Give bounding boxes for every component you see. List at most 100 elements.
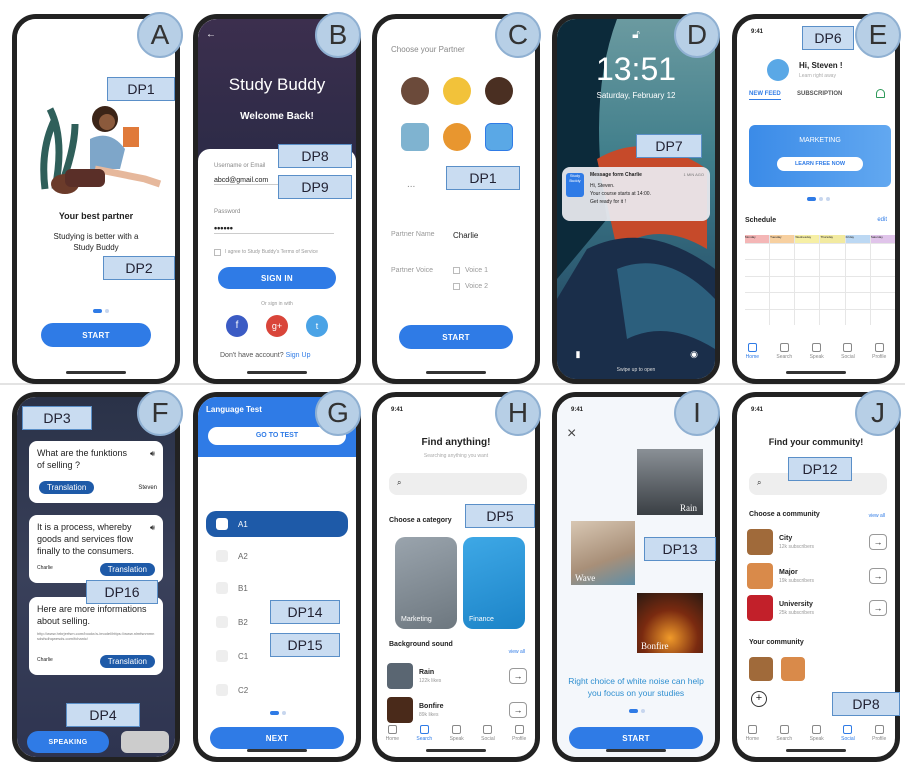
- test-title: Language Test: [206, 405, 262, 414]
- translation-button[interactable]: Translation: [99, 655, 155, 668]
- tab-social[interactable]: Social: [841, 342, 855, 360]
- tab-subscription[interactable]: SUBSCRIPTION: [797, 91, 842, 97]
- notification-app-icon: Study Buddy: [566, 173, 584, 197]
- tab-speak[interactable]: Speak: [810, 342, 824, 360]
- tab-profile[interactable]: Profile: [872, 342, 886, 360]
- speaking-button[interactable]: SPEAKING: [27, 731, 109, 753]
- partner-name-input[interactable]: Charlie: [453, 231, 478, 240]
- partner-avatar-3[interactable]: [485, 77, 513, 105]
- level-option[interactable]: B1: [206, 575, 348, 601]
- schedule-grid[interactable]: Monday Tuesday Wednesday Thursday Friday…: [745, 235, 895, 325]
- arrow-right-icon[interactable]: →: [869, 534, 887, 550]
- page-indicator: [270, 711, 286, 715]
- arrow-right-icon[interactable]: →: [869, 600, 887, 616]
- tab-search[interactable]: Search: [776, 342, 792, 360]
- search-icon: ⌕: [757, 478, 762, 487]
- view-all-link[interactable]: view all: [509, 649, 525, 655]
- bell-icon[interactable]: [876, 89, 885, 98]
- partner-avatar-robot[interactable]: [401, 123, 429, 151]
- speak-icon: [812, 724, 822, 734]
- tab-search[interactable]: Search: [776, 724, 793, 742]
- tab-speak[interactable]: Speak: [810, 724, 824, 742]
- learn-free-button[interactable]: LEARN FREE NOW: [777, 157, 863, 171]
- back-arrow-icon[interactable]: ←: [206, 29, 216, 40]
- schedule-edit-link[interactable]: edit: [877, 217, 887, 223]
- keyboard-icon[interactable]: [121, 731, 169, 753]
- sign-up-link[interactable]: Sign Up: [286, 352, 311, 359]
- tab-speak[interactable]: Speak: [450, 724, 464, 742]
- arrow-right-icon[interactable]: →: [869, 568, 887, 584]
- dp-annotation: DP15: [270, 633, 340, 657]
- close-icon[interactable]: ×: [567, 425, 576, 443]
- category-marketing[interactable]: Marketing: [395, 537, 457, 629]
- tab-new-feed[interactable]: NEW FEED: [749, 91, 781, 100]
- more-partners[interactable]: ...: [407, 179, 415, 190]
- screen-i-white-noise: 9:41 × Rain Wave Bonfire Right choice of…: [552, 392, 720, 762]
- screen-d-lockscreen: 🔓︎ 13:51 Saturday, February 12 Study Bud…: [552, 14, 720, 384]
- speaker-icon[interactable]: 🔊︎: [150, 523, 155, 533]
- bonfire-label: Bonfire: [641, 641, 669, 651]
- marketing-banner[interactable]: MARKETING LEARN FREE NOW: [749, 125, 891, 187]
- terms-checkbox[interactable]: [214, 249, 221, 256]
- joined-community-major[interactable]: [781, 657, 805, 681]
- search-input[interactable]: ⌕: [389, 473, 527, 495]
- speaker-icon[interactable]: 🔊︎: [150, 449, 155, 459]
- tab-search[interactable]: Search: [416, 724, 432, 742]
- community-row-major[interactable]: Major 19k subscribers →: [747, 561, 887, 591]
- joined-community-city[interactable]: [749, 657, 773, 681]
- rain-image[interactable]: Rain: [637, 449, 703, 515]
- level-option-selected[interactable]: A1: [206, 511, 348, 537]
- tab-social[interactable]: Social: [841, 724, 855, 742]
- add-community-icon[interactable]: +: [751, 691, 767, 707]
- tab-label: Search: [776, 735, 793, 742]
- tab-home[interactable]: Home: [746, 342, 759, 360]
- community-row-university[interactable]: University 25k subscribers →: [747, 593, 887, 623]
- voice2-checkbox[interactable]: [453, 283, 460, 290]
- avatar[interactable]: [767, 59, 789, 81]
- partner-avatar-selected[interactable]: [485, 123, 513, 151]
- start-button[interactable]: START: [569, 727, 703, 749]
- translation-button[interactable]: Translation: [99, 563, 155, 576]
- view-all-link[interactable]: view all: [869, 513, 885, 519]
- no-account-text: Don't have account?: [220, 352, 284, 359]
- reference-link[interactable]: http://www.hrbrjerfsm.com/bookr/a-/model…: [37, 631, 155, 641]
- voice1-checkbox[interactable]: [453, 267, 460, 274]
- level-option[interactable]: A2: [206, 543, 348, 569]
- onboarding-subtitle: Studying is better with a Study Buddy: [53, 232, 139, 252]
- tab-social[interactable]: Social: [481, 724, 495, 742]
- next-button[interactable]: NEXT: [210, 727, 344, 749]
- start-button[interactable]: START: [41, 323, 151, 347]
- search-icon: ⌕: [397, 478, 402, 487]
- status-time: 9:41: [751, 29, 764, 35]
- community-row-city[interactable]: City 12k subscribers →: [747, 527, 887, 557]
- start-button[interactable]: START: [399, 325, 513, 349]
- notification-card[interactable]: Study Buddy Message form Charlie 1 MIN A…: [562, 167, 710, 221]
- community-name: City: [779, 534, 793, 542]
- translation-button[interactable]: Translation: [39, 481, 95, 494]
- sign-in-button[interactable]: SIGN IN: [218, 267, 336, 289]
- tab-profile[interactable]: Profile: [512, 724, 526, 742]
- camera-icon[interactable]: ◉: [687, 349, 701, 363]
- arrow-right-icon[interactable]: →: [509, 702, 527, 718]
- partner-avatar-2[interactable]: [443, 77, 471, 105]
- facebook-icon[interactable]: f: [226, 315, 248, 337]
- arrow-right-icon[interactable]: →: [509, 668, 527, 684]
- partner-avatar-lion[interactable]: [443, 123, 471, 151]
- tab-home[interactable]: Home: [385, 724, 400, 742]
- tab-home[interactable]: Home: [746, 724, 759, 742]
- category-finance[interactable]: Finance: [463, 537, 525, 629]
- level-option[interactable]: C2: [206, 677, 348, 703]
- password-input[interactable]: ••••••: [214, 223, 334, 234]
- tab-profile[interactable]: Profile: [872, 724, 886, 742]
- screen-label-a: A: [137, 12, 183, 58]
- wave-image[interactable]: Wave: [571, 521, 635, 585]
- flashlight-icon[interactable]: ▮: [571, 349, 585, 363]
- tab-label: Home: [385, 735, 400, 742]
- google-plus-icon[interactable]: g+: [266, 315, 288, 337]
- twitter-icon[interactable]: t: [306, 315, 328, 337]
- partner-avatar-1[interactable]: [401, 77, 429, 105]
- bonfire-image[interactable]: Bonfire: [637, 593, 703, 653]
- screen-label-h: H: [495, 390, 541, 436]
- sound-row-rain[interactable]: Rain 122k likes →: [387, 661, 527, 691]
- reading-illustration: [40, 106, 162, 194]
